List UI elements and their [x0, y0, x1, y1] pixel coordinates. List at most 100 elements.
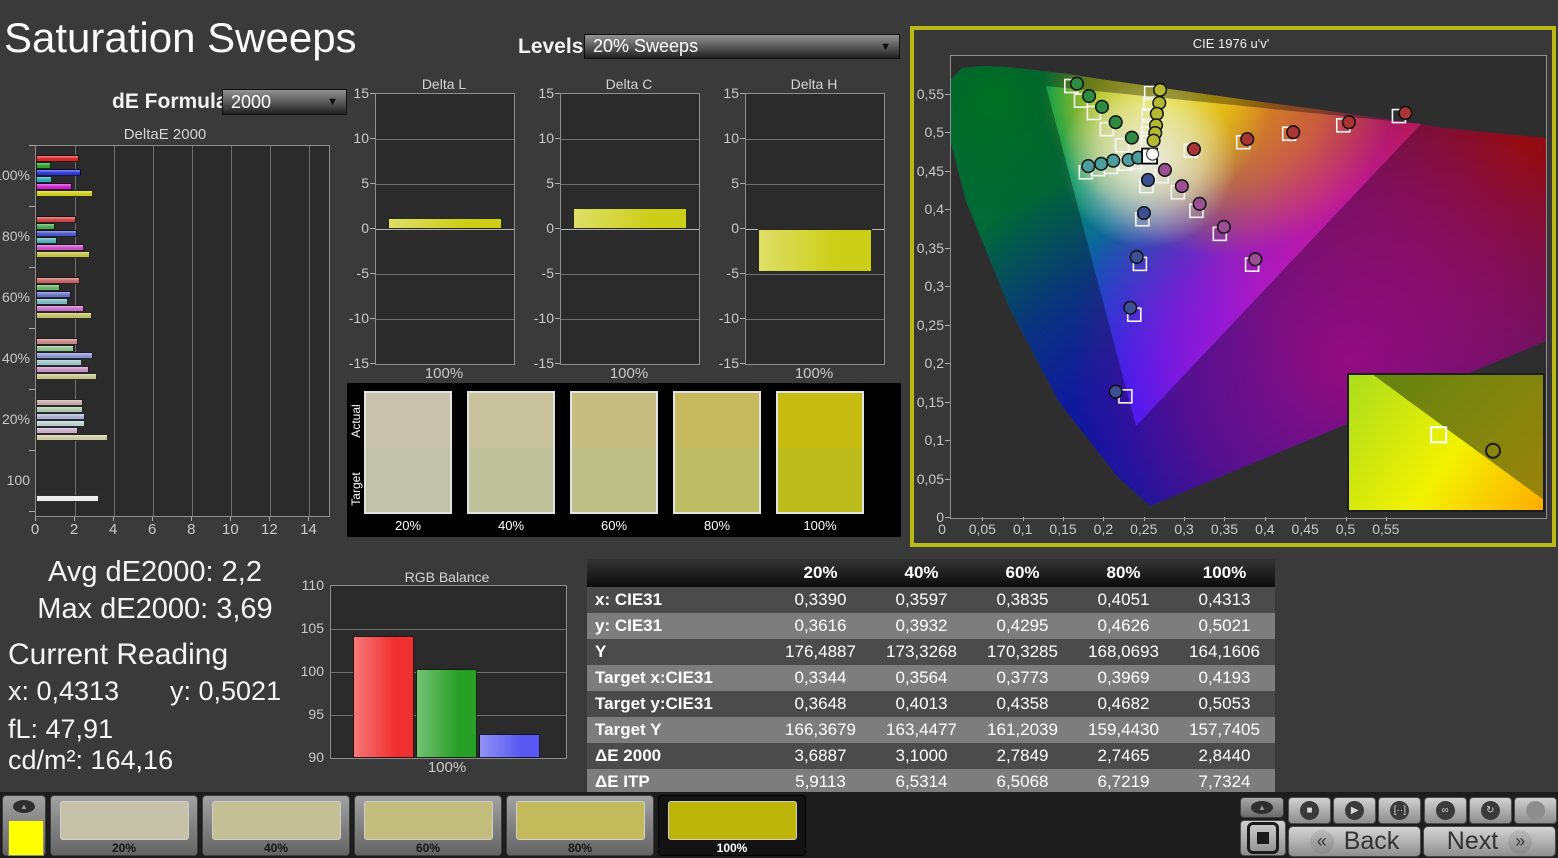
y-axis-label: 15 — [723, 85, 739, 101]
y-axis-tick — [29, 389, 35, 390]
patch-button-80%[interactable]: 80% — [506, 795, 654, 856]
cie-y-tick — [945, 324, 950, 326]
next-button[interactable]: Next » — [1423, 826, 1556, 857]
deltae-bar — [36, 155, 79, 162]
measured-point-red — [1398, 105, 1413, 121]
back-button[interactable]: « Back — [1288, 826, 1421, 857]
patch-button-40%[interactable]: 40% — [202, 795, 350, 856]
patch-button-60%[interactable]: 60% — [354, 795, 502, 856]
deltae-bar — [36, 345, 75, 352]
pattern-button[interactable]: [··] — [1378, 797, 1422, 824]
gridline — [309, 146, 311, 516]
y-axis-label: 80% — [1, 228, 30, 244]
cie-y-tick — [945, 170, 950, 172]
deltae-bar — [36, 312, 92, 319]
rgb-balance-title: RGB Balance — [404, 569, 490, 585]
de-formula-dropdown[interactable]: 2000 ▼ — [222, 89, 347, 115]
table-row: Target Y 166,3679 163,4477 161,2039 159,4430… — [587, 717, 1275, 743]
expand-up-icon[interactable]: ▲ — [13, 800, 35, 813]
measurement-table: 20% 40% 60% 80% 100% x: CIE31 0,3390 0,3597 0,38… — [587, 559, 1275, 795]
cell-value: 0,3932 — [871, 613, 972, 639]
gridline — [331, 629, 566, 630]
swatch-compare-100% — [776, 391, 864, 514]
app-window: Saturation Sweeps dE Formula: 2000 ▼ Lev… — [0, 0, 1558, 858]
cie-x-tick — [1184, 517, 1186, 521]
patch-swatch — [364, 801, 493, 840]
rgb-bar-green — [416, 668, 477, 758]
y-axis-label: 40% — [1, 350, 30, 366]
current-x: x: 0,4313 — [8, 676, 120, 706]
up-arrow-icon: ▲ — [1251, 801, 1273, 814]
patch-button-label: 100% — [716, 841, 748, 855]
cell-value: 0,4313 — [1174, 587, 1275, 613]
expand-controls-button[interactable]: ▲ — [1240, 797, 1284, 818]
cie-y-tick — [945, 363, 950, 364]
deltae-bar — [36, 495, 99, 502]
stop-button[interactable]: ■ — [1288, 797, 1331, 824]
table-row: Target x:CIE31 0,3344 0,3564 0,3773 0,3969 0,… — [587, 665, 1275, 691]
deltae-bar — [36, 277, 80, 284]
cell-value: 0,3564 — [871, 665, 972, 691]
patch-button-20%[interactable]: 20% — [50, 795, 198, 856]
table-column-header: 100% — [1174, 559, 1275, 587]
cell-value: 0,3597 — [871, 587, 972, 613]
measured-point-blue — [1140, 172, 1156, 188]
levels-dropdown[interactable]: 20% Sweeps ▼ — [584, 34, 900, 59]
table-column-header — [587, 559, 770, 587]
cell-value: 0,4295 — [972, 613, 1073, 639]
swatch-label: 40% — [497, 518, 525, 533]
y-axis-tick — [555, 273, 560, 274]
delta-bar — [758, 229, 872, 273]
patch-button-label: 80% — [567, 841, 593, 855]
measured-point-cyan — [1094, 156, 1109, 171]
table-column-header: 20% — [770, 559, 871, 587]
play-button[interactable]: ▶ — [1333, 797, 1377, 824]
refresh-button[interactable]: ↻ — [1468, 797, 1512, 824]
y-axis-tick — [29, 328, 35, 329]
cie-y-label: 0,4 — [924, 201, 944, 217]
y-axis-label: -15 — [718, 355, 739, 371]
measured-point-cyan — [1081, 159, 1096, 174]
y-axis-tick — [29, 511, 35, 512]
measured-point-blue — [1123, 300, 1138, 315]
y-axis-label: 0 — [361, 220, 369, 236]
measured-point-magenta — [1157, 162, 1172, 178]
cell-value: 3,6887 — [770, 743, 871, 769]
cell-value: 168,0693 — [1073, 639, 1174, 665]
delta-bar — [388, 218, 502, 229]
stop-square-icon — [1247, 822, 1279, 854]
cell-value: 0,3648 — [770, 691, 871, 717]
cell-value: 0,4051 — [1073, 587, 1174, 613]
stop-measurement-button[interactable] — [1240, 820, 1286, 856]
gridline — [376, 229, 514, 230]
cell-value: 173,3268 — [871, 639, 972, 665]
rgb-xlabel: 100% — [427, 759, 467, 776]
y-axis-label: 15 — [353, 85, 369, 101]
patch-button-100%[interactable]: 100% — [658, 795, 806, 856]
y-axis-label: 100 — [300, 663, 324, 679]
cie-y-label: 0,45 — [916, 162, 944, 179]
gridline — [746, 184, 884, 185]
cie-x-label: 0,55 — [1372, 521, 1400, 537]
y-axis-label: 5 — [546, 175, 554, 191]
y-axis-label: 10 — [353, 130, 369, 146]
y-axis-tick — [370, 183, 375, 184]
y-axis-label: 105 — [300, 620, 324, 636]
infinity-button[interactable]: ∞ — [1423, 797, 1467, 824]
y-axis-label: 110 — [301, 577, 324, 593]
row-label: Target y:CIE31 — [587, 691, 770, 717]
cell-value: 0,3969 — [1073, 665, 1174, 691]
empty-button[interactable] — [1514, 797, 1557, 824]
cell-value: 2,7849 — [972, 743, 1073, 769]
measured-point-green — [1094, 99, 1110, 114]
y-axis-tick — [555, 318, 560, 319]
swatch-compare-40% — [467, 391, 555, 514]
gridline — [561, 229, 699, 230]
deltae-bar — [36, 291, 72, 298]
white-point-measured — [1145, 147, 1160, 161]
cell-value: 176,4887 — [770, 639, 871, 665]
next-chevron-icon: » — [1508, 829, 1533, 854]
chevron-down-icon: ▼ — [880, 40, 891, 53]
table-column-header: 80% — [1073, 559, 1174, 587]
row-label: Y — [587, 639, 770, 665]
